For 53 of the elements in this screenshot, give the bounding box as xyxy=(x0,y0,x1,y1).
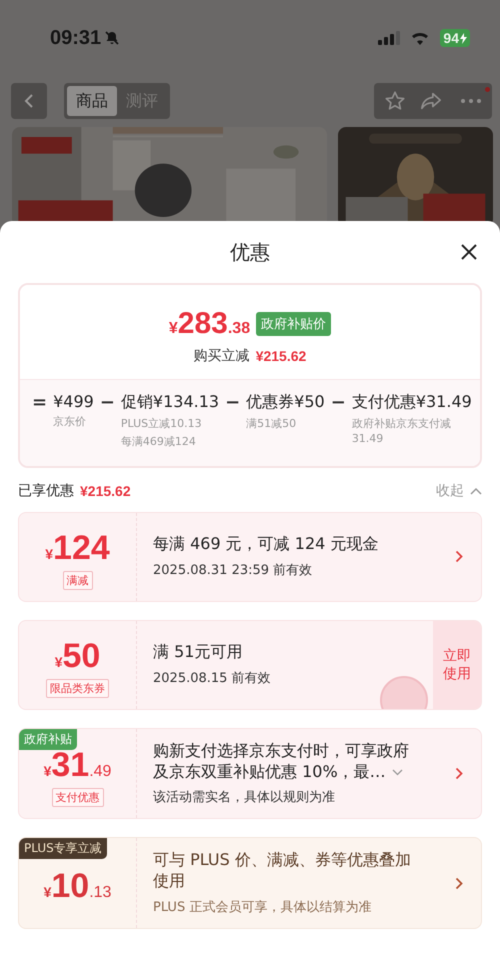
final-price: ¥283.38 xyxy=(168,307,250,341)
back-button[interactable] xyxy=(11,83,47,119)
enjoyed-label: 已享优惠 xyxy=(18,482,74,500)
coupon-note: PLUS 正式会员可享，具体以结算为准 xyxy=(153,898,372,916)
nav-tab[interactable]: 商品 xyxy=(67,86,117,116)
caret-icon xyxy=(470,486,482,495)
expand-caret-icon[interactable] xyxy=(392,768,403,776)
chevron-icon[interactable] xyxy=(455,767,463,780)
collapse-toggle[interactable]: 收起 xyxy=(436,482,482,500)
coupon-badge: 政府补贴 xyxy=(19,728,77,750)
wifi-icon xyxy=(410,31,430,45)
operator-sign: − xyxy=(330,392,346,415)
close-button[interactable] xyxy=(460,243,478,261)
operator-sign: = xyxy=(32,392,48,415)
breakdown-amount: ¥499 xyxy=(53,392,94,411)
battery-indicator: 94 xyxy=(440,29,470,47)
breakdown-note: 政府补贴京东支付减31.49 xyxy=(352,416,452,447)
coupon-note: 该活动需实名，具体以规则为准 xyxy=(153,789,336,806)
breakdown-amount: 优惠券¥50 xyxy=(246,392,325,413)
signal-icon xyxy=(378,31,400,45)
coupon-note: 2025.08.15 前有效 xyxy=(153,670,272,688)
sheet-title: 优惠 xyxy=(230,238,270,266)
chevron-icon[interactable] xyxy=(455,876,463,890)
use-now-button[interactable]: 立即使用 xyxy=(433,620,481,709)
coupon-amount: ¥50 xyxy=(54,637,100,676)
operator-sign: − xyxy=(100,392,115,415)
coupon-amount: ¥10.13 xyxy=(44,866,112,906)
enjoyed-amount: ¥215.62 xyxy=(80,482,131,499)
breakdown-amount: 促销¥134.13 xyxy=(120,392,220,413)
star-icon[interactable] xyxy=(384,90,406,112)
coupon-title: 满 51元可用 xyxy=(153,642,244,664)
coupon-title: 购新支付选择京东支付时，可享政府及京东双重补贴优惠 10%，最… xyxy=(153,740,410,782)
saving-amount: ¥215.62 xyxy=(256,348,306,364)
breakdown-note: 京东价 xyxy=(53,414,88,430)
status-time: 09:31 xyxy=(50,26,102,50)
chevron-icon[interactable] xyxy=(455,550,463,564)
coupon-title: 可与 PLUS 价、满减、券等优惠叠加使用 xyxy=(153,850,412,892)
coupon-amount: ¥124 xyxy=(45,529,110,568)
breakdown-note: 每满469减124 xyxy=(120,434,197,450)
coupon-tag: 满减 xyxy=(62,571,92,590)
subsidy-price-tag: 政府补贴价 xyxy=(256,312,332,336)
breakdown-amount: 支付优惠¥31.49 xyxy=(352,392,472,413)
coupon-tag: 限品类东券 xyxy=(46,679,109,698)
breakdown-note: 满51减50 xyxy=(246,416,298,432)
breakdown-note: PLUS立减10.13 xyxy=(120,416,203,432)
more-icon[interactable] xyxy=(460,98,482,104)
coupon-badge: PLUS专享立减 xyxy=(19,838,107,860)
coupon-tag: 支付优惠 xyxy=(52,788,104,808)
saving-label: 购买立减 xyxy=(194,347,250,365)
operator-sign: − xyxy=(225,392,240,415)
coupon-title: 每满 469 元，可减 124 元现金 xyxy=(153,534,380,556)
share-icon[interactable] xyxy=(420,90,442,112)
coupon-note: 2025.08.31 23:59 前有效 xyxy=(153,562,314,580)
